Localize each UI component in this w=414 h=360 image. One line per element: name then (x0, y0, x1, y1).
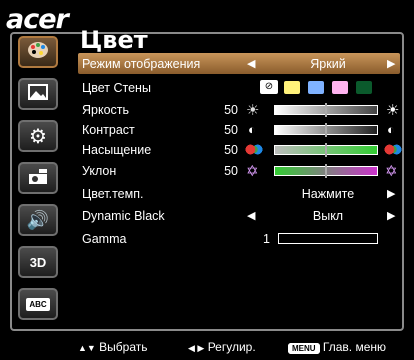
star-icon: ✡ (246, 162, 259, 180)
menu-key-icon: MENU (288, 343, 320, 354)
color-temp-row[interactable]: Цвет.темп. Нажмите ▶ (78, 183, 400, 204)
gamma-label: Gamma (82, 231, 127, 246)
page-title: Цвет (80, 26, 148, 54)
projector-icon (27, 166, 49, 191)
rgb-circles-icon (245, 144, 263, 155)
contrast-low-icon: ◐ (248, 122, 256, 137)
gamma-row[interactable]: Gamma 1 (78, 228, 400, 249)
sidebar-item-3d[interactable]: 3D (18, 246, 58, 278)
dynamic-black-value: Выкл (312, 208, 344, 223)
3d-icon: 3D (29, 254, 47, 270)
abc-language-icon: ABC (26, 297, 50, 311)
main-menu-text: Глав. меню (322, 340, 386, 354)
gear-icon: ⚙ (29, 125, 47, 148)
wall-color-row[interactable]: Цвет Стены ⊘ (78, 77, 400, 98)
star-icon: ✡ (385, 162, 398, 180)
display-mode-label: Режим отображения (82, 56, 201, 71)
right-arrow-icon[interactable]: ▶ (387, 209, 395, 222)
color-temp-label: Цвет.темп. (82, 186, 144, 201)
wall-color-label: Цвет Стены (82, 80, 151, 95)
sun-bright-icon: ☀ (386, 101, 400, 119)
rgb-circles-icon (384, 144, 402, 155)
sidebar-item-management[interactable] (18, 162, 58, 194)
display-mode-row[interactable]: Режим отображения ◀ Яркий ▶ (78, 53, 400, 74)
saturation-label: Насыщение (82, 142, 152, 157)
speaker-icon: 🔊 (26, 209, 50, 230)
saturation-slider[interactable] (274, 142, 378, 157)
tint-slider[interactable] (274, 163, 378, 178)
right-arrow-icon[interactable]: ▶ (387, 57, 395, 70)
slider-thumb[interactable] (325, 102, 327, 117)
contrast-slider[interactable] (274, 122, 378, 137)
sidebar-item-language[interactable]: ABC (18, 288, 58, 320)
category-sidebar: ⚙ 🔊 3D ABC (16, 36, 60, 330)
dynamic-black-row[interactable]: Dynamic Black ◀ Выкл ▶ (78, 205, 400, 226)
brightness-label: Яркость (82, 102, 130, 117)
select-text: Выбрать (99, 340, 148, 354)
footer-select-hint: ▲▼ Выбрать (78, 340, 148, 354)
left-arrow-icon[interactable]: ◀ (247, 209, 255, 222)
adjust-text: Регулир. (207, 340, 256, 354)
gamma-slider[interactable] (278, 233, 378, 244)
sidebar-item-color[interactable] (18, 36, 58, 68)
gamma-value: 1 (263, 231, 270, 246)
footer-adjust-hint: ◀ ▶ Регулир. (188, 340, 256, 354)
contrast-label: Контраст (82, 122, 135, 137)
wall-color-swatch[interactable] (308, 81, 324, 94)
dynamic-black-label: Dynamic Black (82, 208, 165, 223)
sidebar-item-image[interactable] (18, 78, 58, 110)
tint-value: 50 (224, 163, 238, 178)
color-temp-value: Нажмите (301, 186, 355, 201)
sidebar-item-audio[interactable]: 🔊 (18, 204, 58, 236)
brightness-value: 50 (224, 102, 238, 117)
wall-color-swatch[interactable] (356, 81, 372, 94)
image-icon (27, 83, 49, 106)
brightness-row[interactable]: Яркость 50 ☀ ☀ (78, 99, 400, 120)
tint-label: Уклон (82, 163, 117, 178)
wall-color-swatch[interactable] (332, 81, 348, 94)
footer-menu-hint: MENU Глав. меню (288, 340, 386, 354)
saturation-row[interactable]: Насыщение 50 (78, 139, 402, 160)
wall-color-off-icon[interactable]: ⊘ (260, 80, 278, 94)
wall-color-swatch[interactable] (284, 81, 300, 94)
contrast-value: 50 (224, 122, 238, 137)
left-right-arrow-icon: ◀ ▶ (188, 343, 205, 353)
slider-thumb[interactable] (325, 122, 327, 137)
sidebar-item-settings[interactable]: ⚙ (18, 120, 58, 152)
display-mode-value: Яркий (310, 56, 346, 71)
left-arrow-icon[interactable]: ◀ (247, 57, 255, 70)
saturation-value: 50 (224, 142, 238, 157)
slider-thumb[interactable] (325, 163, 327, 178)
up-down-arrow-icon: ▲▼ (78, 343, 96, 353)
palette-icon (26, 40, 50, 65)
brightness-slider[interactable] (274, 102, 378, 117)
tint-row[interactable]: Уклон 50 ✡ ✡ (78, 160, 400, 181)
acer-logo: acer (6, 4, 69, 35)
contrast-row[interactable]: Контраст 50 ◐ ◐ (78, 119, 400, 140)
slider-thumb[interactable] (325, 142, 327, 157)
sun-dim-icon: ☀ (246, 101, 260, 119)
contrast-high-icon: ◐ (387, 122, 395, 137)
right-arrow-icon[interactable]: ▶ (387, 187, 395, 200)
